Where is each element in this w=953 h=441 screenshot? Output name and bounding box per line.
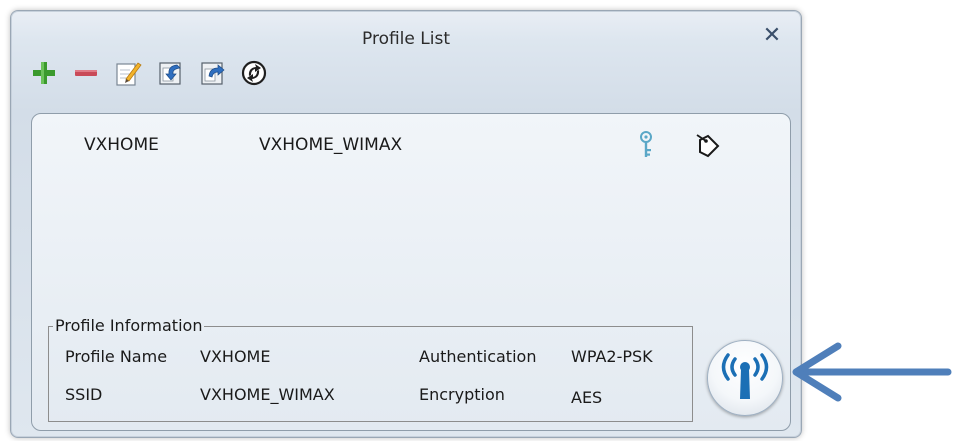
pointer-arrow-icon [792, 342, 952, 402]
authentication-label: Authentication [419, 347, 537, 366]
profile-information-group: Profile Information Profile Name VXHOME … [48, 316, 693, 422]
authentication-value: WPA2-PSK [571, 347, 653, 366]
profile-information-legend: Profile Information [53, 316, 205, 335]
plus-icon [33, 62, 55, 84]
wireless-signal-icon [721, 353, 769, 399]
close-button[interactable]: ✕ [761, 25, 783, 47]
profile-ssid-cell: VXHOME_WIMAX [259, 135, 403, 155]
minus-icon [75, 70, 97, 76]
add-profile-button[interactable] [29, 58, 59, 88]
profile-list-panel: VXHOME VXHOME_WIMAX Profile Information … [31, 113, 791, 431]
ssid-value: VXHOME_WIMAX [200, 385, 335, 404]
refresh-icon [241, 60, 267, 86]
key-icon [640, 131, 652, 157]
profile-name-label: Profile Name [65, 347, 168, 366]
export-profile-button[interactable] [197, 58, 227, 88]
window-title: Profile List [362, 29, 450, 49]
toolbar [29, 55, 269, 91]
encryption-label: Encryption [419, 385, 505, 404]
refresh-button[interactable] [239, 58, 269, 88]
edit-profile-button[interactable] [113, 58, 143, 88]
encryption-value: AES [571, 388, 603, 407]
tag-icon [696, 134, 720, 158]
ssid-label: SSID [65, 385, 103, 404]
edit-icon [116, 62, 142, 86]
profile-list-window: Profile List ✕ VXHOME VXHOME_WIMAX Profi… [10, 10, 802, 438]
remove-profile-button[interactable] [71, 58, 101, 88]
import-icon [159, 62, 181, 85]
profile-name-cell: VXHOME [84, 135, 159, 155]
profile-row[interactable]: VXHOME VXHOME_WIMAX [32, 130, 790, 160]
export-icon [201, 62, 225, 85]
connect-button[interactable] [707, 340, 783, 416]
profile-name-value: VXHOME [200, 347, 271, 366]
import-profile-button[interactable] [155, 58, 185, 88]
